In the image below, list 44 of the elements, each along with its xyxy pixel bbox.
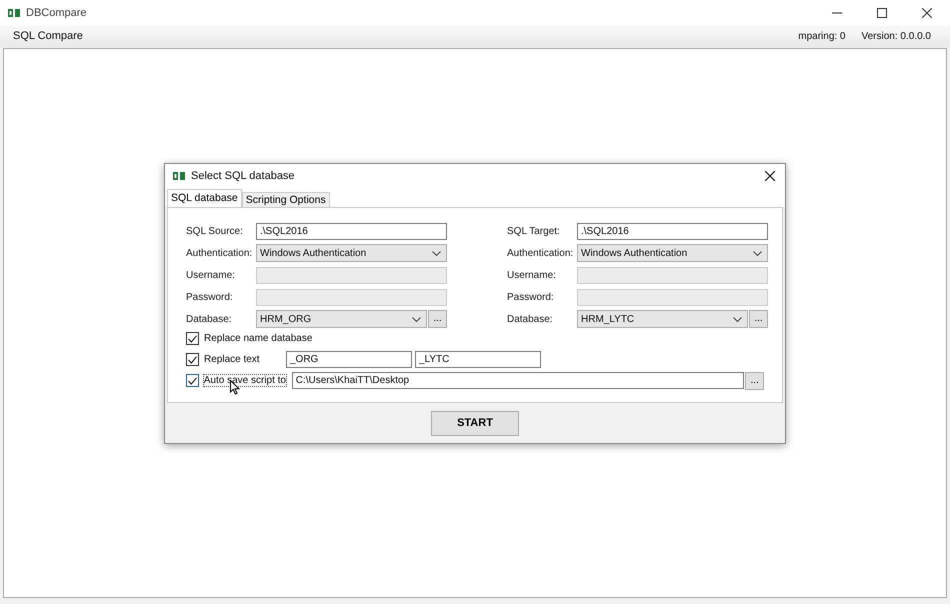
input-field[interactable]: C:\Users\KhaiTT\Desktop bbox=[292, 372, 744, 389]
field-label: SQL Target: bbox=[507, 226, 561, 236]
input-field[interactable]: _LYTC bbox=[415, 351, 541, 368]
chevron-icon bbox=[753, 250, 762, 256]
close-icon[interactable] bbox=[922, 8, 932, 18]
dropdown[interactable]: HRM_LYTC bbox=[577, 310, 748, 328]
maximize-icon[interactable] bbox=[877, 8, 887, 18]
tab[interactable]: Scripting Options bbox=[242, 192, 330, 207]
checkbox[interactable] bbox=[186, 374, 199, 387]
chevron-icon bbox=[432, 250, 441, 256]
field-label: Password: bbox=[507, 292, 555, 302]
input-field[interactable]: _ORG bbox=[286, 351, 412, 368]
browse-button[interactable]: ... bbox=[745, 372, 764, 390]
status-text: mparing: 0 bbox=[798, 30, 846, 42]
window-title: DBCompare bbox=[26, 6, 87, 18]
checkbox[interactable] bbox=[186, 353, 199, 366]
dropdown[interactable]: HRM_ORG bbox=[256, 310, 427, 328]
start-button[interactable]: START bbox=[431, 410, 519, 436]
input-field[interactable]: .\SQL2016 bbox=[256, 222, 447, 240]
close-icon[interactable] bbox=[765, 170, 775, 180]
checkbox-label[interactable]: Replace text bbox=[204, 354, 286, 365]
field-label: Password: bbox=[186, 292, 234, 302]
field-label: Authentication: bbox=[507, 248, 574, 258]
chevron-icon bbox=[412, 316, 421, 322]
dropdown[interactable]: Windows Authentication bbox=[577, 244, 768, 262]
app-icon bbox=[173, 170, 185, 180]
status-text: Version: 0.0.0.0 bbox=[862, 30, 931, 42]
field-label: Username: bbox=[186, 270, 236, 280]
dialog-title: Select SQL database bbox=[191, 170, 295, 182]
chevron-icon bbox=[733, 316, 742, 322]
field-label: Database: bbox=[186, 314, 233, 324]
field-label: Authentication: bbox=[186, 248, 254, 258]
field-label: Username: bbox=[507, 270, 557, 280]
menu-item[interactable]: SQL Compare bbox=[13, 30, 83, 42]
checkbox-label[interactable]: Replace name database bbox=[204, 333, 312, 344]
checkbox[interactable] bbox=[186, 332, 199, 345]
field-label: Database: bbox=[507, 314, 554, 324]
tab[interactable]: SQL database bbox=[167, 189, 242, 207]
input-field[interactable]: .\SQL2016 bbox=[577, 222, 768, 240]
dropdown[interactable]: Windows Authentication bbox=[256, 244, 447, 262]
app-icon bbox=[8, 8, 20, 18]
browse-button[interactable]: ... bbox=[428, 310, 447, 328]
field-label: SQL Source: bbox=[186, 226, 244, 236]
browse-button[interactable]: ... bbox=[749, 310, 768, 328]
